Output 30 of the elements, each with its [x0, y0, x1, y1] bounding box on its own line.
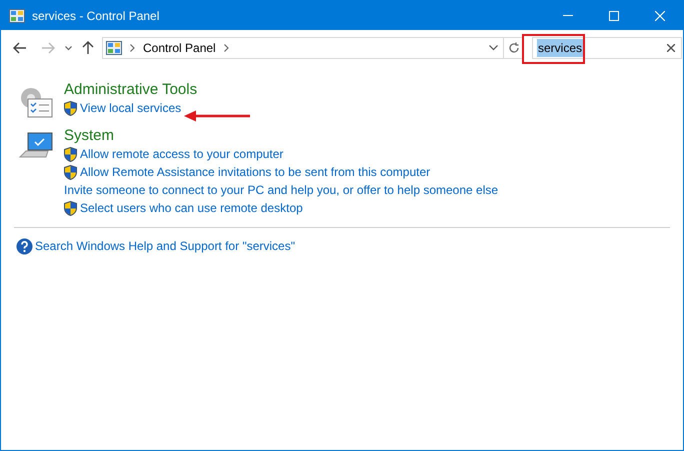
chevron-right-icon[interactable] [224, 44, 229, 52]
control-panel-icon [106, 41, 122, 55]
clear-icon[interactable] [667, 44, 675, 52]
task-link[interactable]: View local services [80, 99, 182, 117]
breadcrumb[interactable]: Control Panel [143, 39, 216, 57]
help-icon [16, 238, 33, 254]
address-bar[interactable]: Control Panel [102, 37, 504, 59]
search-field[interactable]: services [532, 37, 682, 59]
task-link[interactable]: Allow Remote Assistance invitations to be sent from this computer [80, 163, 430, 181]
chevron-down-icon[interactable] [489, 45, 498, 51]
search-text: services [537, 39, 584, 57]
help-link[interactable]: Search Windows Help and Support for "services" [35, 237, 295, 255]
section-title[interactable]: Administrative Tools [64, 81, 198, 99]
task-link[interactable]: Allow remote access to your computer [80, 145, 284, 163]
close-icon [655, 10, 665, 20]
chevron-down-icon[interactable] [65, 46, 72, 50]
up-icon[interactable] [82, 41, 94, 55]
refresh-icon [508, 42, 520, 54]
task-link[interactable]: Select users who can use remote desktop [80, 199, 303, 217]
control-panel-icon [9, 8, 25, 22]
task-link[interactable]: Invite someone to connect to your PC and help you, or offer to help someone else [64, 181, 498, 199]
back-icon[interactable] [13, 42, 27, 54]
section-title[interactable]: System [64, 127, 498, 145]
minimize-icon [563, 15, 573, 16]
refresh-button[interactable] [504, 37, 524, 59]
window-title: services - Control Panel [32, 8, 160, 24]
arrow-annotation [184, 110, 251, 122]
maximize-icon [609, 10, 619, 20]
highlight-frame [522, 34, 585, 64]
chevron-right-icon[interactable] [130, 44, 135, 52]
